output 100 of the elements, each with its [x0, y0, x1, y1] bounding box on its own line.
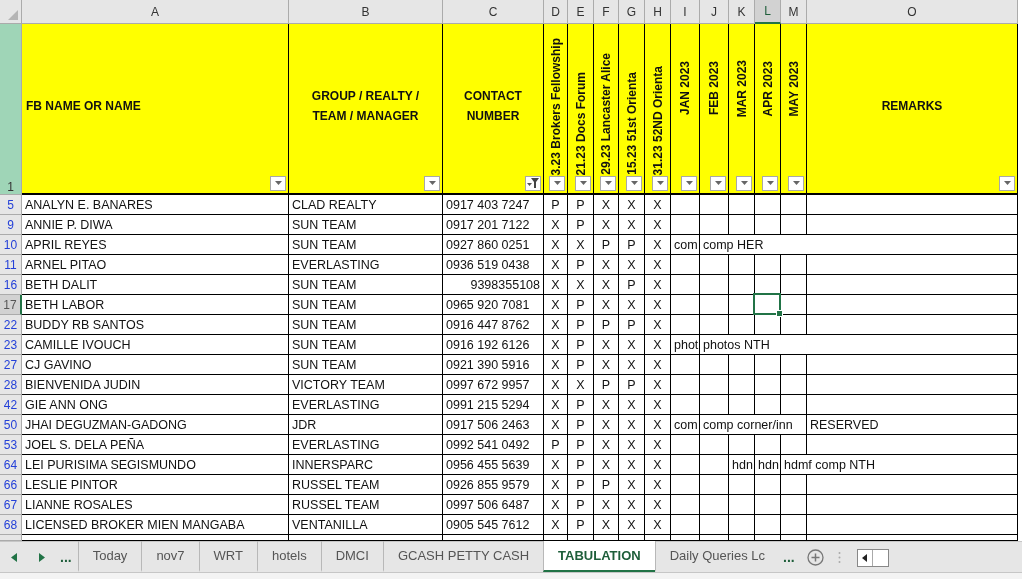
empty-cell — [700, 315, 729, 335]
filter-dropdown-button[interactable] — [575, 176, 591, 191]
column-header[interactable]: O — [807, 0, 1018, 24]
filter-dropdown-button[interactable] — [600, 176, 616, 191]
empty-cell — [781, 275, 807, 295]
table-cell: RESERVED — [807, 415, 1018, 435]
empty-cell — [729, 495, 755, 515]
resize-handle-icon[interactable] — [837, 550, 841, 564]
empty-cell — [781, 375, 807, 395]
sheet-tab[interactable]: WRT — [198, 541, 257, 572]
column-header[interactable]: I — [671, 0, 700, 24]
column-header[interactable]: H — [645, 0, 671, 24]
table-cell: X — [619, 255, 645, 275]
row-number[interactable]: 27 — [0, 355, 22, 375]
table-cell: X — [619, 215, 645, 235]
row-number[interactable]: 53 — [0, 435, 22, 455]
table-cell: APRIL REYES — [22, 235, 289, 255]
column-title: 29.23 Lancaster Alice — [598, 53, 614, 175]
column-header[interactable]: J — [700, 0, 729, 24]
filter-dropdown-button[interactable] — [736, 176, 752, 191]
row-number[interactable]: 10 — [0, 235, 22, 255]
column-header[interactable]: K — [729, 0, 755, 24]
horizontal-scrollbar[interactable] — [856, 549, 889, 567]
table-cell: X — [645, 295, 671, 315]
empty-cell — [700, 295, 729, 315]
column-header[interactable]: F — [594, 0, 619, 24]
column-header[interactable]: B — [289, 0, 443, 24]
row-number[interactable]: 28 — [0, 375, 22, 395]
more-sheets-button[interactable]: ... — [779, 542, 801, 572]
row-number[interactable]: 42 — [0, 395, 22, 415]
table-cell: 0997 672 9957 — [443, 375, 544, 395]
dropdown-arrow-icon — [274, 181, 282, 186]
row-number[interactable]: 64 — [0, 455, 22, 475]
column-header[interactable]: E — [568, 0, 594, 24]
filter-dropdown-button[interactable] — [626, 176, 642, 191]
column-header[interactable]: C — [443, 0, 544, 24]
column-header[interactable]: G — [619, 0, 645, 24]
sheet-tab[interactable]: Today — [77, 541, 142, 572]
empty-cell — [671, 275, 700, 295]
empty-cell — [700, 475, 729, 495]
empty-cell — [671, 315, 700, 335]
table-cell: X — [645, 255, 671, 275]
row-number[interactable]: 16 — [0, 275, 22, 295]
empty-cell — [755, 395, 781, 415]
column-header[interactable]: D — [544, 0, 568, 24]
table-cell: 0926 855 9579 — [443, 475, 544, 495]
filter-dropdown-button[interactable] — [681, 176, 697, 191]
row-number[interactable]: 22 — [0, 315, 22, 335]
table-cell: X — [568, 375, 594, 395]
row-number[interactable]: 5 — [0, 195, 22, 215]
row-number[interactable]: 67 — [0, 495, 22, 515]
empty-cell — [755, 355, 781, 375]
empty-cell — [781, 515, 807, 535]
table-cell: X — [645, 455, 671, 475]
table-cell: X — [544, 495, 568, 515]
table-cell: GIE ANN ONG — [22, 395, 289, 415]
table-cell: BUDDY RB SANTOS — [22, 315, 289, 335]
row-number[interactable]: 50 — [0, 415, 22, 435]
table-cell: X — [619, 335, 645, 355]
sheet-tab[interactable]: DMCI — [320, 541, 383, 572]
filter-dropdown-button[interactable] — [762, 176, 778, 191]
more-sheets-button[interactable]: ... — [56, 542, 78, 572]
column-header[interactable]: A — [22, 0, 289, 24]
table-cell: X — [594, 415, 619, 435]
sheet-tab[interactable]: Daily Queries Lc — [654, 541, 780, 572]
row-number[interactable]: 23 — [0, 335, 22, 355]
empty-cell — [781, 215, 807, 235]
column-title: APR 2023 — [759, 60, 776, 117]
table-cell: X — [619, 415, 645, 435]
sheet-tab[interactable]: nov7 — [141, 541, 199, 572]
filter-dropdown-button[interactable] — [652, 176, 668, 191]
table-cell: X — [544, 515, 568, 535]
filter-dropdown-button[interactable] — [549, 176, 565, 191]
filter-dropdown-button[interactable] — [424, 176, 440, 191]
table-cell: X — [645, 235, 671, 255]
table-cell: P — [568, 395, 594, 415]
table-cell: VENTANILLA — [289, 515, 443, 535]
row-number[interactable]: 68 — [0, 515, 22, 535]
filter-dropdown-button[interactable] — [270, 176, 286, 191]
filter-active-button[interactable] — [525, 176, 541, 191]
row-number[interactable]: 66 — [0, 475, 22, 495]
table-cell: X — [594, 395, 619, 415]
dropdown-arrow-icon — [792, 181, 800, 186]
row-number[interactable]: 17 — [0, 295, 22, 315]
row-number[interactable]: 1 — [0, 24, 22, 195]
column-header[interactable]: M — [781, 0, 807, 24]
empty-cell — [781, 435, 807, 455]
table-cell: X — [594, 355, 619, 375]
filter-dropdown-button[interactable] — [999, 176, 1015, 191]
active-cell[interactable] — [753, 293, 781, 315]
column-header[interactable]: L — [755, 0, 781, 24]
sheet-tab[interactable]: hotels — [256, 541, 321, 572]
empty-cell — [671, 515, 700, 535]
sheet-tab[interactable]: TABULATION — [543, 541, 655, 572]
row-number[interactable]: 11 — [0, 255, 22, 275]
filter-dropdown-button[interactable] — [710, 176, 726, 191]
row-number[interactable]: 9 — [0, 215, 22, 235]
filter-dropdown-button[interactable] — [788, 176, 804, 191]
empty-cell — [671, 435, 700, 455]
table-cell: P — [619, 235, 645, 255]
